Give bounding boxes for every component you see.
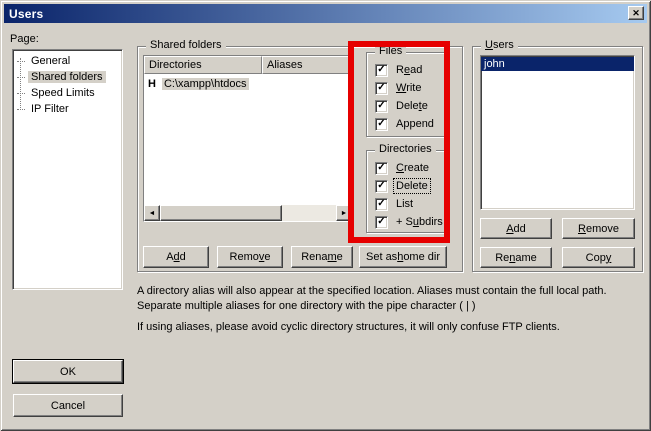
scroll-right-icon: ►: [341, 210, 348, 217]
page-listbox: General Shared folders Speed Limits IP F…: [12, 49, 123, 290]
user-name: john: [484, 58, 505, 70]
window-title: Users: [9, 7, 43, 21]
tree-connector: [17, 61, 25, 62]
files-group-label: Files: [375, 45, 406, 57]
horizontal-scrollbar[interactable]: ◄ ►: [144, 205, 352, 221]
alias-help-paragraph-1: A directory alias will also appear at th…: [137, 284, 643, 314]
users-add-button[interactable]: Add: [480, 218, 552, 239]
scrollbar-thumb[interactable]: [160, 205, 282, 221]
checkbox-label: List: [394, 197, 415, 211]
users-remove-button[interactable]: Remove: [562, 218, 635, 239]
checkbox-label: Delete: [394, 99, 430, 113]
column-header-directories[interactable]: Directories: [144, 56, 262, 74]
directory-path: C:\xampp\htdocs: [162, 78, 249, 90]
checkbox-box: ✓: [375, 100, 388, 113]
page-item-general[interactable]: General: [13, 53, 122, 69]
files-permissions-group: Files ✓ Read ✓ Write ✓ Delete ✓ Append: [366, 52, 446, 137]
users-rename-button[interactable]: Rename: [480, 247, 552, 268]
check-icon: ✓: [377, 119, 385, 129]
shared-remove-button[interactable]: Remove: [217, 246, 283, 268]
set-as-home-dir-button[interactable]: Set as home dir: [359, 246, 447, 268]
check-icon: ✓: [377, 181, 385, 191]
checkbox-label: Append: [394, 117, 436, 131]
checkbox-files-delete[interactable]: ✓ Delete: [375, 97, 436, 115]
page-label: Page:: [10, 33, 39, 45]
check-icon: ✓: [377, 199, 385, 209]
alias-help-text: A directory alias will also appear at th…: [137, 284, 643, 335]
checkbox-box: ✓: [375, 118, 388, 131]
scrollbar-track[interactable]: [282, 205, 336, 221]
alias-help-paragraph-2: If using aliases, please avoid cyclic di…: [137, 320, 643, 335]
tree-connector: [17, 93, 25, 94]
users-copy-button[interactable]: Copy: [562, 247, 635, 268]
users-dialog: Users ✕ Page: General Shared folders Spe…: [0, 0, 651, 431]
tree-connector: [17, 109, 25, 110]
checkbox-box: ✓: [375, 216, 388, 229]
check-icon: ✓: [377, 217, 385, 227]
directories-group-label: Directories: [375, 143, 436, 155]
shared-folder-row[interactable]: H C:\xampp\htdocs: [144, 76, 352, 91]
page-item-label: Speed Limits: [28, 87, 98, 99]
shared-add-button[interactable]: Add: [143, 246, 209, 268]
page-item-label: IP Filter: [28, 103, 72, 115]
users-listbox: john: [480, 55, 635, 210]
tree-connector: [17, 77, 25, 78]
checkbox-label: Read: [394, 63, 424, 77]
checkbox-files-write[interactable]: ✓ Write: [375, 79, 436, 97]
titlebar[interactable]: Users ✕: [4, 4, 647, 23]
ok-button[interactable]: OK: [13, 360, 123, 383]
checkbox-box: ✓: [375, 162, 388, 175]
column-header-aliases[interactable]: Aliases: [262, 56, 352, 74]
checkbox-dirs-create[interactable]: ✓ Create: [375, 159, 445, 177]
close-button[interactable]: ✕: [628, 6, 644, 20]
checkbox-dirs-subdirs[interactable]: ✓ + Subdirs: [375, 213, 445, 231]
scroll-left-button[interactable]: ◄: [144, 205, 160, 221]
scroll-left-icon: ◄: [149, 210, 156, 217]
page-item-shared-folders[interactable]: Shared folders: [13, 69, 122, 85]
scroll-right-button[interactable]: ►: [336, 205, 352, 221]
check-icon: ✓: [377, 65, 385, 75]
shared-rename-button[interactable]: Rename: [291, 246, 353, 268]
checkbox-dirs-delete[interactable]: ✓ Delete: [375, 177, 445, 195]
check-icon: ✓: [377, 83, 385, 93]
checkbox-dirs-list[interactable]: ✓ List: [375, 195, 445, 213]
cancel-button[interactable]: Cancel: [13, 394, 123, 417]
page-item-ip-filter[interactable]: IP Filter: [13, 101, 122, 117]
check-icon: ✓: [377, 163, 385, 173]
checkbox-label: Create: [394, 161, 431, 175]
checkbox-box: ✓: [375, 198, 388, 211]
users-group-label: Users: [481, 39, 518, 51]
page-item-speed-limits[interactable]: Speed Limits: [13, 85, 122, 101]
page-item-label: Shared folders: [28, 71, 106, 83]
shared-folders-listview: Directories Aliases H C:\xampp\htdocs ◄ …: [143, 55, 353, 222]
checkbox-files-read[interactable]: ✓ Read: [375, 61, 436, 79]
check-icon: ✓: [377, 101, 385, 111]
listview-body: H C:\xampp\htdocs: [144, 74, 352, 205]
shared-folders-group-label: Shared folders: [146, 39, 226, 51]
checkbox-box: ✓: [375, 180, 388, 193]
directories-permissions-group: Directories ✓ Create ✓ Delete ✓ List ✓ +…: [366, 150, 446, 233]
checkbox-box: ✓: [375, 64, 388, 77]
checkbox-files-append[interactable]: ✓ Append: [375, 115, 436, 133]
user-list-item[interactable]: john: [481, 57, 634, 71]
checkbox-label: Write: [394, 81, 423, 95]
checkbox-box: ✓: [375, 82, 388, 95]
checkbox-label: + Subdirs: [394, 215, 445, 229]
checkbox-label: Delete: [394, 179, 430, 193]
page-item-label: General: [28, 55, 73, 67]
listview-header: Directories Aliases: [144, 56, 352, 74]
close-icon: ✕: [632, 8, 640, 19]
home-dir-marker: H: [148, 78, 156, 90]
